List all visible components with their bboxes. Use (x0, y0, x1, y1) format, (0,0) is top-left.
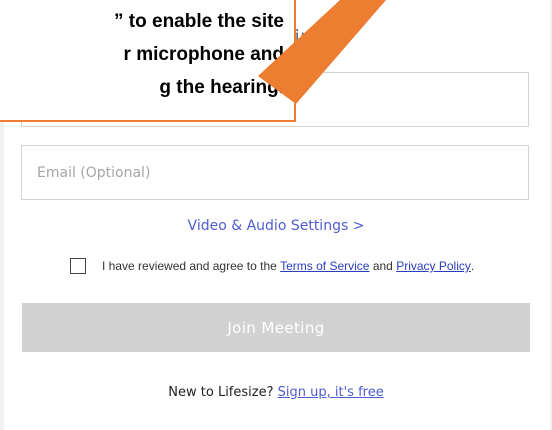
video-audio-settings-link[interactable]: Video & Audio Settings > (0, 218, 552, 234)
privacy-policy-link[interactable]: Privacy Policy (396, 259, 471, 273)
signup-link[interactable]: Sign up, it's free (278, 385, 384, 400)
terms-agreement-row: I have reviewed and agree to the Terms o… (70, 257, 474, 275)
terms-checkbox[interactable] (70, 258, 86, 274)
signup-row: New to Lifesize? Sign up, it's free (0, 385, 552, 400)
agree-suffix-text: . (470, 259, 475, 273)
email-field[interactable] (21, 145, 529, 200)
agree-middle-text: and (369, 259, 397, 273)
arrow-icon (258, 0, 386, 104)
agree-prefix-text: I have reviewed and agree to the (102, 259, 281, 273)
signup-prompt: New to Lifesize? (168, 385, 274, 400)
terms-of-service-link[interactable]: Terms of Service (280, 259, 369, 273)
email-input[interactable] (22, 146, 528, 199)
join-meeting-button[interactable]: Join Meeting (22, 303, 530, 352)
page: ur Meeting! Video & Audio Settings > I h… (0, 0, 552, 430)
